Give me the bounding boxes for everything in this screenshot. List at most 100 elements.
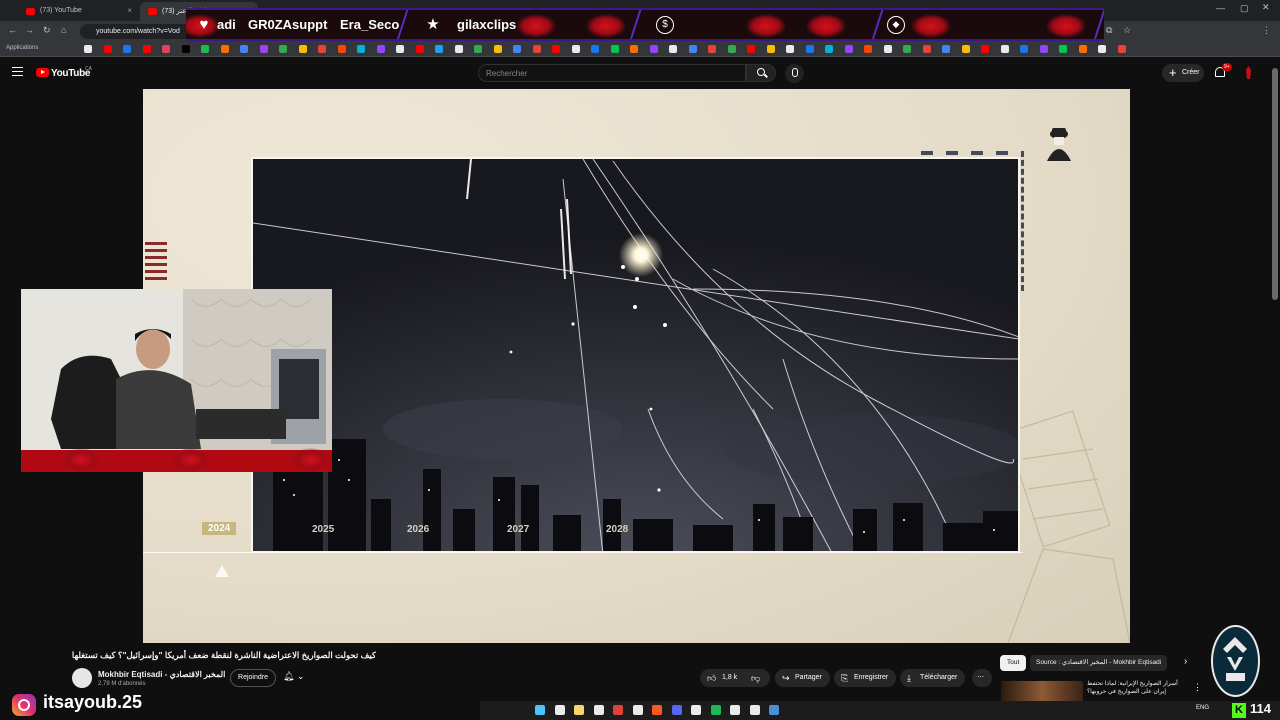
bookmark-favicon-icon[interactable] <box>162 45 170 53</box>
like-button[interactable]: 👍︎ 1,8 k <box>700 669 746 687</box>
bookmark-favicon-icon[interactable] <box>727 45 736 53</box>
page-scrollbar[interactable] <box>1272 68 1278 300</box>
bookmark-favicon-icon[interactable] <box>1098 45 1106 53</box>
taskbar-app-icon[interactable] <box>749 705 760 715</box>
youtube-logo-icon[interactable] <box>36 68 49 77</box>
bookmark-favicon-icon[interactable] <box>493 45 502 53</box>
bookmark-favicon-icon[interactable] <box>903 45 911 53</box>
back-icon[interactable]: ← <box>8 25 17 35</box>
bookmark-favicon-icon[interactable] <box>591 45 599 53</box>
bookmark-favicon-icon[interactable] <box>181 45 190 53</box>
taskbar-app-icon[interactable] <box>710 705 721 715</box>
bookmark-favicon-icon[interactable] <box>1020 45 1028 53</box>
bookmark-favicon-icon[interactable] <box>630 45 638 53</box>
recommended-video-title[interactable]: أسرار الصواريخ الإيرانية: لماذا تحتفظ إي… <box>1087 680 1185 696</box>
bookmark-favicon-icon[interactable] <box>279 45 287 53</box>
taskbar-app-icon[interactable] <box>691 705 701 715</box>
bookmark-favicon-icon[interactable] <box>142 45 151 53</box>
bookmark-favicon-icon[interactable] <box>1078 45 1087 53</box>
bookmark-favicon-icon[interactable] <box>298 45 307 53</box>
bookmark-favicon-icon[interactable] <box>786 45 794 53</box>
taskbar-app-icon[interactable] <box>652 705 662 715</box>
close-tab-icon[interactable]: × <box>127 6 132 15</box>
bookmark-favicon-icon[interactable] <box>357 45 365 53</box>
bookmark-favicon-icon[interactable] <box>396 45 404 53</box>
share-button[interactable]: ↪ Partager <box>775 669 830 687</box>
minimize-window-icon[interactable]: — <box>1216 3 1225 13</box>
bookmark-favicon-icon[interactable] <box>883 45 892 53</box>
forward-icon[interactable]: → <box>25 25 34 35</box>
more-actions-button[interactable]: ⋯ <box>972 669 992 687</box>
chip-source[interactable]: Source : المخبر الاقتصادي - Mokhbir Eqti… <box>1030 655 1168 671</box>
bookmark-favicon-icon[interactable] <box>220 45 229 53</box>
bookmark-favicon-icon[interactable] <box>474 45 482 53</box>
bookmark-favicon-icon[interactable] <box>649 45 658 53</box>
bookmark-favicon-icon[interactable] <box>981 45 989 53</box>
browser-tab[interactable]: (73) YouTube × <box>18 2 138 21</box>
bookmark-favicon-icon[interactable] <box>454 45 463 53</box>
chip-next-chevron-icon[interactable]: › <box>1184 656 1187 667</box>
bookmark-favicon-icon[interactable] <box>123 45 131 53</box>
dislike-button[interactable]: 👎︎ <box>744 669 770 687</box>
bookmark-favicon-icon[interactable] <box>669 45 677 53</box>
taskbar-app-icon[interactable] <box>535 705 545 715</box>
bookmark-star-icon[interactable]: ☆ <box>1123 25 1131 36</box>
bookmark-favicon-icon[interactable] <box>337 45 346 53</box>
create-button[interactable]: Créer <box>1162 64 1204 82</box>
taskbar-app-icon[interactable] <box>554 705 565 715</box>
maximize-window-icon[interactable]: ▢ <box>1240 3 1249 14</box>
bookmark-favicon-icon[interactable] <box>922 45 931 53</box>
bookmark-favicon-icon[interactable] <box>825 45 833 53</box>
browser-menu-icon[interactable]: ⋮ <box>1262 25 1271 36</box>
language-indicator[interactable]: ENG <box>1196 705 1209 711</box>
taskbar-app-icon[interactable] <box>593 705 604 715</box>
bookmark-favicon-icon[interactable] <box>571 45 580 53</box>
bookmark-favicon-icon[interactable] <box>532 45 541 53</box>
download-button[interactable]: ⤓ Télécharger <box>900 669 966 687</box>
bookmark-favicon-icon[interactable] <box>805 45 814 53</box>
taskbar-app-icon[interactable] <box>730 705 740 715</box>
bookmark-favicon-icon[interactable] <box>552 45 560 53</box>
bookmark-favicon-icon[interactable] <box>864 45 872 53</box>
bookmark-favicon-icon[interactable] <box>318 45 326 53</box>
taskbar-app-icon[interactable] <box>632 705 643 715</box>
taskbar-app-icon[interactable] <box>613 705 623 715</box>
bookmark-favicon-icon[interactable] <box>688 45 697 53</box>
bookmark-favicon-icon[interactable] <box>1117 45 1126 53</box>
bookmark-favicon-icon[interactable] <box>240 45 248 53</box>
recommended-more-icon[interactable]: ⋮ <box>1193 682 1202 693</box>
reload-icon[interactable]: ↻ <box>43 25 51 36</box>
bookmark-favicon-icon[interactable] <box>415 45 424 53</box>
taskbar-app-icon[interactable] <box>574 705 584 715</box>
bookmark-favicon-icon[interactable] <box>942 45 950 53</box>
extension-icon[interactable]: ⧉ <box>1106 25 1112 36</box>
search-input[interactable]: Rechercher <box>478 64 746 82</box>
bookmark-favicon-icon[interactable] <box>201 45 209 53</box>
taskbar-app-icon[interactable] <box>769 705 779 715</box>
bookmark-favicon-icon[interactable] <box>1039 45 1048 53</box>
bookmark-favicon-icon[interactable] <box>961 45 970 53</box>
notification-bell-icon[interactable]: 🔔︎ ⌄ <box>283 671 304 682</box>
bookmark-favicon-icon[interactable] <box>747 45 755 53</box>
bookmark-favicon-icon[interactable] <box>766 45 775 53</box>
account-avatar[interactable] <box>1243 66 1254 79</box>
bookmark-favicon-icon[interactable] <box>1000 45 1009 53</box>
bookmark-favicon-icon[interactable] <box>1059 45 1067 53</box>
bookmark-favicon-icon[interactable] <box>103 45 112 53</box>
home-icon[interactable]: ⌂ <box>61 25 66 35</box>
bookmark-favicon-icon[interactable] <box>513 45 521 53</box>
menu-hamburger-icon[interactable] <box>12 67 23 76</box>
bookmark-favicon-icon[interactable] <box>259 45 268 53</box>
bookmark-favicon-icon[interactable] <box>610 45 619 53</box>
bookmark-favicon-icon[interactable] <box>708 45 716 53</box>
channel-name[interactable]: Mokhbir Eqtisadi - المخبر الاقتصادي <box>98 670 225 679</box>
bookmark-favicon-icon[interactable] <box>84 45 92 53</box>
bookmark-favicon-icon[interactable] <box>376 45 385 53</box>
taskbar-app-icon[interactable] <box>671 705 682 715</box>
bookmark-favicon-icon[interactable] <box>435 45 443 53</box>
search-button[interactable] <box>746 64 776 82</box>
channel-avatar[interactable] <box>72 668 92 688</box>
join-button[interactable]: Rejoindre <box>230 669 276 687</box>
bookmark-apps[interactable]: Applications <box>6 45 38 51</box>
save-button[interactable]: ⎘ Enregistrer <box>834 669 897 687</box>
